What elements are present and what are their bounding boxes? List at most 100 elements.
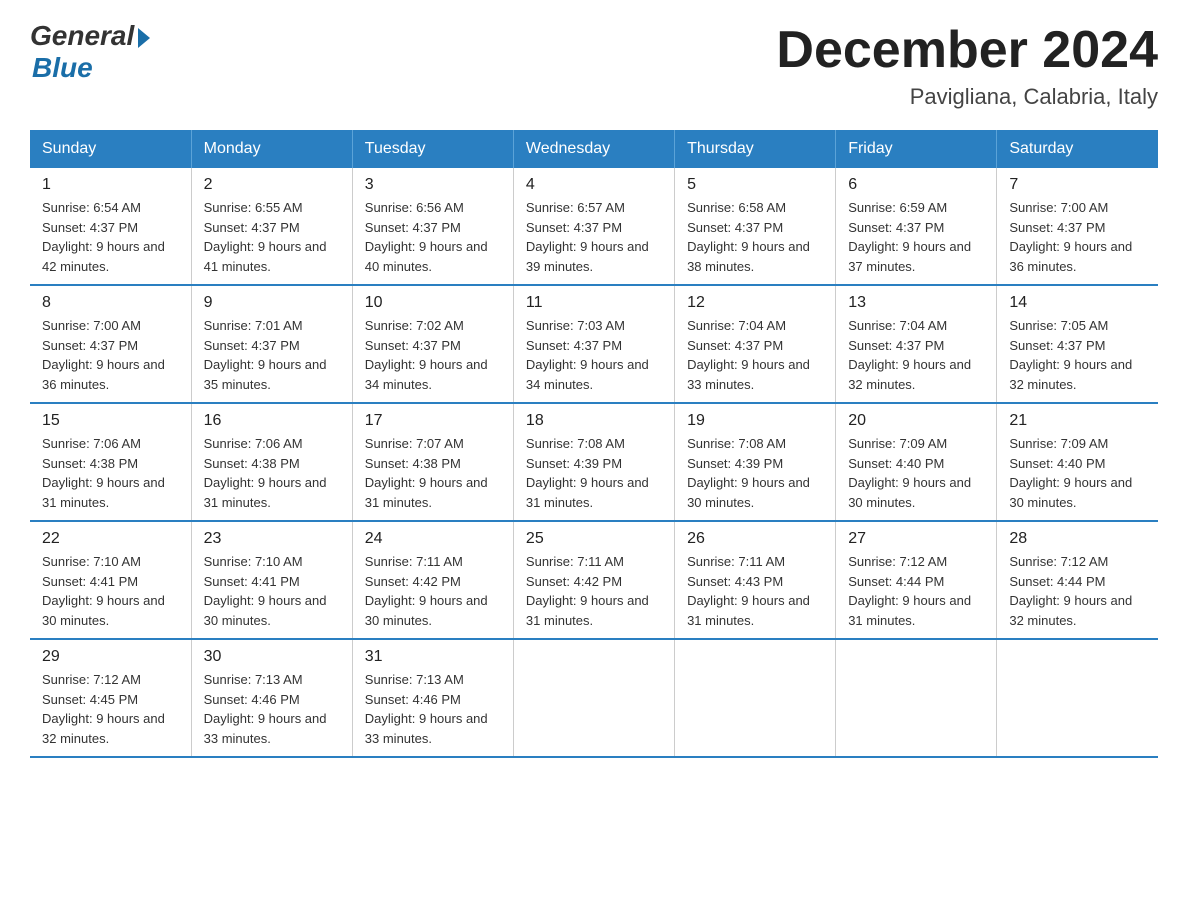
day-info: Sunrise: 7:13 AMSunset: 4:46 PMDaylight:… <box>365 670 501 748</box>
day-number: 19 <box>687 412 823 430</box>
day-info: Sunrise: 7:06 AMSunset: 4:38 PMDaylight:… <box>204 434 340 512</box>
day-info: Sunrise: 6:56 AMSunset: 4:37 PMDaylight:… <box>365 198 501 276</box>
header-tuesday: Tuesday <box>352 130 513 168</box>
calendar-cell: 28Sunrise: 7:12 AMSunset: 4:44 PMDayligh… <box>997 521 1158 639</box>
calendar-cell: 5 Sunrise: 6:58 AMSunset: 4:37 PMDaylight… <box>675 168 836 285</box>
header-thursday: Thursday <box>675 130 836 168</box>
day-number: 13 <box>848 294 984 312</box>
day-number: 17 <box>365 412 501 430</box>
day-info: Sunrise: 7:07 AMSunset: 4:38 PMDaylight:… <box>365 434 501 512</box>
logo-arrow-icon <box>138 28 150 48</box>
calendar-cell: 30Sunrise: 7:13 AMSunset: 4:46 PMDayligh… <box>191 639 352 757</box>
day-number: 21 <box>1009 412 1146 430</box>
calendar-cell <box>836 639 997 757</box>
calendar-cell: 8Sunrise: 7:00 AMSunset: 4:37 PMDaylight… <box>30 285 191 403</box>
calendar-cell: 6 Sunrise: 6:59 AMSunset: 4:37 PMDaylight… <box>836 168 997 285</box>
day-info: Sunrise: 7:08 AMSunset: 4:39 PMDaylight:… <box>526 434 662 512</box>
calendar-cell: 23Sunrise: 7:10 AMSunset: 4:41 PMDayligh… <box>191 521 352 639</box>
day-info: Sunrise: 7:09 AMSunset: 4:40 PMDaylight:… <box>1009 434 1146 512</box>
calendar-cell: 9 Sunrise: 7:01 AMSunset: 4:37 PMDaylight… <box>191 285 352 403</box>
calendar-cell: 24 Sunrise: 7:11 AMSunset: 4:42 PMDayligh… <box>352 521 513 639</box>
day-info: Sunrise: 7:09 AMSunset: 4:40 PMDaylight:… <box>848 434 984 512</box>
calendar-cell: 21 Sunrise: 7:09 AMSunset: 4:40 PMDayligh… <box>997 403 1158 521</box>
calendar-cell: 29 Sunrise: 7:12 AMSunset: 4:45 PMDayligh… <box>30 639 191 757</box>
day-info: Sunrise: 7:12 AMSunset: 4:45 PMDaylight:… <box>42 670 179 748</box>
day-number: 4 <box>526 176 662 194</box>
calendar-week-row: 15 Sunrise: 7:06 AMSunset: 4:38 PMDayligh… <box>30 403 1158 521</box>
day-info: Sunrise: 7:11 AMSunset: 4:42 PMDaylight:… <box>365 552 501 630</box>
calendar-cell: 19 Sunrise: 7:08 AMSunset: 4:39 PMDayligh… <box>675 403 836 521</box>
day-info: Sunrise: 7:00 AMSunset: 4:37 PMDaylight:… <box>1009 198 1146 276</box>
day-number: 24 <box>365 530 501 548</box>
day-number: 31 <box>365 648 501 666</box>
calendar-cell: 20 Sunrise: 7:09 AMSunset: 4:40 PMDayligh… <box>836 403 997 521</box>
day-info: Sunrise: 6:57 AMSunset: 4:37 PMDaylight:… <box>526 198 662 276</box>
calendar-cell <box>997 639 1158 757</box>
calendar-cell: 12 Sunrise: 7:04 AMSunset: 4:37 PMDayligh… <box>675 285 836 403</box>
calendar-week-row: 8Sunrise: 7:00 AMSunset: 4:37 PMDaylight… <box>30 285 1158 403</box>
day-number: 2 <box>204 176 340 194</box>
calendar-week-row: 29 Sunrise: 7:12 AMSunset: 4:45 PMDayligh… <box>30 639 1158 757</box>
day-number: 20 <box>848 412 984 430</box>
day-info: Sunrise: 7:11 AMSunset: 4:42 PMDaylight:… <box>526 552 662 630</box>
day-number: 12 <box>687 294 823 312</box>
calendar-cell: 4 Sunrise: 6:57 AMSunset: 4:37 PMDaylight… <box>513 168 674 285</box>
calendar-cell: 15Sunrise: 7:06 AMSunset: 4:38 PMDayligh… <box>30 403 191 521</box>
day-info: Sunrise: 7:04 AMSunset: 4:37 PMDaylight:… <box>848 316 984 394</box>
calendar-cell: 14Sunrise: 7:05 AMSunset: 4:37 PMDayligh… <box>997 285 1158 403</box>
day-number: 10 <box>365 294 501 312</box>
calendar-cell: 22 Sunrise: 7:10 AMSunset: 4:41 PMDayligh… <box>30 521 191 639</box>
day-number: 15 <box>42 412 179 430</box>
calendar-cell: 17 Sunrise: 7:07 AMSunset: 4:38 PMDayligh… <box>352 403 513 521</box>
calendar-header-row: SundayMondayTuesdayWednesdayThursdayFrid… <box>30 130 1158 168</box>
day-number: 18 <box>526 412 662 430</box>
day-number: 22 <box>42 530 179 548</box>
calendar-cell: 1Sunrise: 6:54 AMSunset: 4:37 PMDaylight… <box>30 168 191 285</box>
calendar-week-row: 22 Sunrise: 7:10 AMSunset: 4:41 PMDayligh… <box>30 521 1158 639</box>
day-info: Sunrise: 7:12 AMSunset: 4:44 PMDaylight:… <box>848 552 984 630</box>
calendar-cell: 27 Sunrise: 7:12 AMSunset: 4:44 PMDayligh… <box>836 521 997 639</box>
day-info: Sunrise: 7:08 AMSunset: 4:39 PMDaylight:… <box>687 434 823 512</box>
page-header: General Blue December 2024 Pavigliana, C… <box>30 20 1158 110</box>
day-number: 25 <box>526 530 662 548</box>
day-number: 3 <box>365 176 501 194</box>
header-sunday: Sunday <box>30 130 191 168</box>
calendar-cell: 26 Sunrise: 7:11 AMSunset: 4:43 PMDayligh… <box>675 521 836 639</box>
day-info: Sunrise: 7:10 AMSunset: 4:41 PMDaylight:… <box>204 552 340 630</box>
header-wednesday: Wednesday <box>513 130 674 168</box>
calendar-cell: 31 Sunrise: 7:13 AMSunset: 4:46 PMDayligh… <box>352 639 513 757</box>
header-monday: Monday <box>191 130 352 168</box>
calendar-cell <box>513 639 674 757</box>
calendar-cell <box>675 639 836 757</box>
day-number: 27 <box>848 530 984 548</box>
day-info: Sunrise: 7:10 AMSunset: 4:41 PMDaylight:… <box>42 552 179 630</box>
day-info: Sunrise: 7:01 AMSunset: 4:37 PMDaylight:… <box>204 316 340 394</box>
header-saturday: Saturday <box>997 130 1158 168</box>
day-info: Sunrise: 6:54 AMSunset: 4:37 PMDaylight:… <box>42 198 179 276</box>
day-info: Sunrise: 7:02 AMSunset: 4:37 PMDaylight:… <box>365 316 501 394</box>
location-title: Pavigliana, Calabria, Italy <box>776 84 1158 110</box>
day-number: 29 <box>42 648 179 666</box>
calendar-cell: 13 Sunrise: 7:04 AMSunset: 4:37 PMDayligh… <box>836 285 997 403</box>
header-friday: Friday <box>836 130 997 168</box>
day-info: Sunrise: 6:58 AMSunset: 4:37 PMDaylight:… <box>687 198 823 276</box>
calendar-cell: 16 Sunrise: 7:06 AMSunset: 4:38 PMDayligh… <box>191 403 352 521</box>
calendar-cell: 25 Sunrise: 7:11 AMSunset: 4:42 PMDayligh… <box>513 521 674 639</box>
calendar-cell: 7 Sunrise: 7:00 AMSunset: 4:37 PMDaylight… <box>997 168 1158 285</box>
day-number: 28 <box>1009 530 1146 548</box>
logo-blue-text: Blue <box>32 52 93 84</box>
month-title: December 2024 <box>776 20 1158 80</box>
day-info: Sunrise: 6:59 AMSunset: 4:37 PMDaylight:… <box>848 198 984 276</box>
logo-general-text: General <box>30 20 134 52</box>
day-number: 5 <box>687 176 823 194</box>
day-number: 9 <box>204 294 340 312</box>
day-info: Sunrise: 7:03 AMSunset: 4:37 PMDaylight:… <box>526 316 662 394</box>
day-info: Sunrise: 7:04 AMSunset: 4:37 PMDaylight:… <box>687 316 823 394</box>
day-number: 26 <box>687 530 823 548</box>
day-info: Sunrise: 7:11 AMSunset: 4:43 PMDaylight:… <box>687 552 823 630</box>
day-number: 16 <box>204 412 340 430</box>
day-number: 7 <box>1009 176 1146 194</box>
calendar-week-row: 1Sunrise: 6:54 AMSunset: 4:37 PMDaylight… <box>30 168 1158 285</box>
title-area: December 2024 Pavigliana, Calabria, Ital… <box>776 20 1158 110</box>
day-number: 6 <box>848 176 984 194</box>
